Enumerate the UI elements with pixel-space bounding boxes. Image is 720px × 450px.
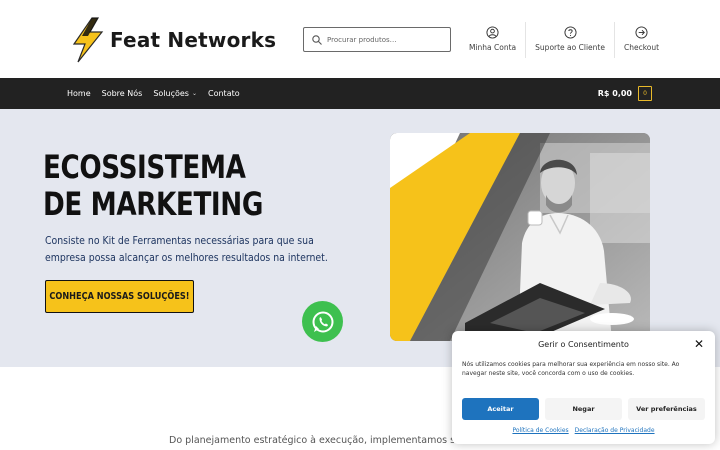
nav-about-label: Sobre Nós: [101, 89, 143, 98]
cart-count-badge: 0: [638, 86, 652, 101]
deny-button[interactable]: Negar: [545, 398, 622, 420]
support-link[interactable]: Suporte ao Cliente: [526, 22, 615, 58]
checkout-link[interactable]: Checkout: [615, 22, 668, 58]
search-box[interactable]: [303, 27, 451, 52]
hero-description: Consiste no Kit de Ferramentas necessári…: [45, 234, 328, 264]
brand-logo[interactable]: Feat Networks: [68, 15, 278, 65]
cta-label: CONHEÇA NOSSAS SOLUÇÕES!: [49, 291, 190, 302]
nav-item-contact[interactable]: Contato: [208, 89, 240, 98]
accept-button[interactable]: Aceitar: [462, 398, 539, 420]
cookie-consent-dialog: Gerir o Consentimento ✕ Nós utilizamos c…: [452, 331, 715, 444]
my-account-label: Minha Conta: [469, 43, 517, 52]
checkout-label: Checkout: [623, 43, 660, 52]
header-links: Minha Conta Suporte ao Cliente Checkout: [460, 22, 668, 62]
cookie-message: Nós utilizamos cookies para melhorar sua…: [462, 361, 680, 377]
nav-menu: Home Sobre Nós Soluções ⌄ Contato: [67, 78, 251, 109]
close-icon[interactable]: ✕: [692, 337, 706, 351]
help-icon: [564, 26, 577, 39]
search-icon: [312, 34, 322, 45]
nav-item-solutions[interactable]: Soluções ⌄: [153, 89, 197, 98]
user-icon: [486, 26, 499, 39]
nav-home-label: Home: [67, 89, 91, 98]
hero-section: ECOSSISTEMA DE MARKETING Consiste no Kit…: [0, 109, 720, 367]
cart-total: R$ 0,00: [597, 89, 632, 98]
brand-name: Feat Networks: [110, 28, 277, 52]
cookie-links: Política de Cookies Declaração de Privac…: [452, 427, 715, 434]
privacy-statement-link[interactable]: Declaração de Privacidade: [575, 427, 655, 434]
hero-image: [390, 133, 650, 341]
nav-contact-label: Contato: [208, 89, 240, 98]
whatsapp-icon: [312, 311, 333, 332]
businessman-photo: [390, 133, 650, 341]
main-navbar: Home Sobre Nós Soluções ⌄ Contato R$ 0,00…: [0, 78, 720, 109]
nav-item-home[interactable]: Home: [67, 89, 91, 98]
nav-item-about[interactable]: Sobre Nós: [102, 89, 143, 98]
whatsapp-button[interactable]: [302, 301, 343, 342]
mini-cart[interactable]: R$ 0,00 0: [598, 78, 652, 109]
support-label: Suporte ao Cliente: [535, 43, 605, 52]
my-account-link[interactable]: Minha Conta: [460, 22, 527, 58]
cookie-policy-link[interactable]: Política de Cookies: [512, 427, 568, 434]
nav-solutions-label: Soluções: [153, 89, 189, 98]
chevron-down-icon: ⌄: [191, 90, 197, 97]
cookie-title: Gerir o Consentimento: [538, 340, 629, 349]
search-input[interactable]: [327, 35, 447, 44]
hero-title: ECOSSISTEMA DE MARKETING: [43, 148, 263, 223]
section-subtitle: Do planejamento estratégico à execução, …: [169, 435, 470, 446]
site-header: Feat Networks Minha Conta Suporte ao Cli…: [0, 0, 720, 78]
lightning-icon: [72, 17, 104, 63]
preferences-button[interactable]: Ver preferências: [628, 398, 705, 420]
cookie-buttons: Aceitar Negar Ver preferências: [462, 398, 705, 420]
solutions-cta-button[interactable]: CONHEÇA NOSSAS SOLUÇÕES!: [45, 280, 194, 313]
arrow-right-icon: [635, 26, 648, 39]
